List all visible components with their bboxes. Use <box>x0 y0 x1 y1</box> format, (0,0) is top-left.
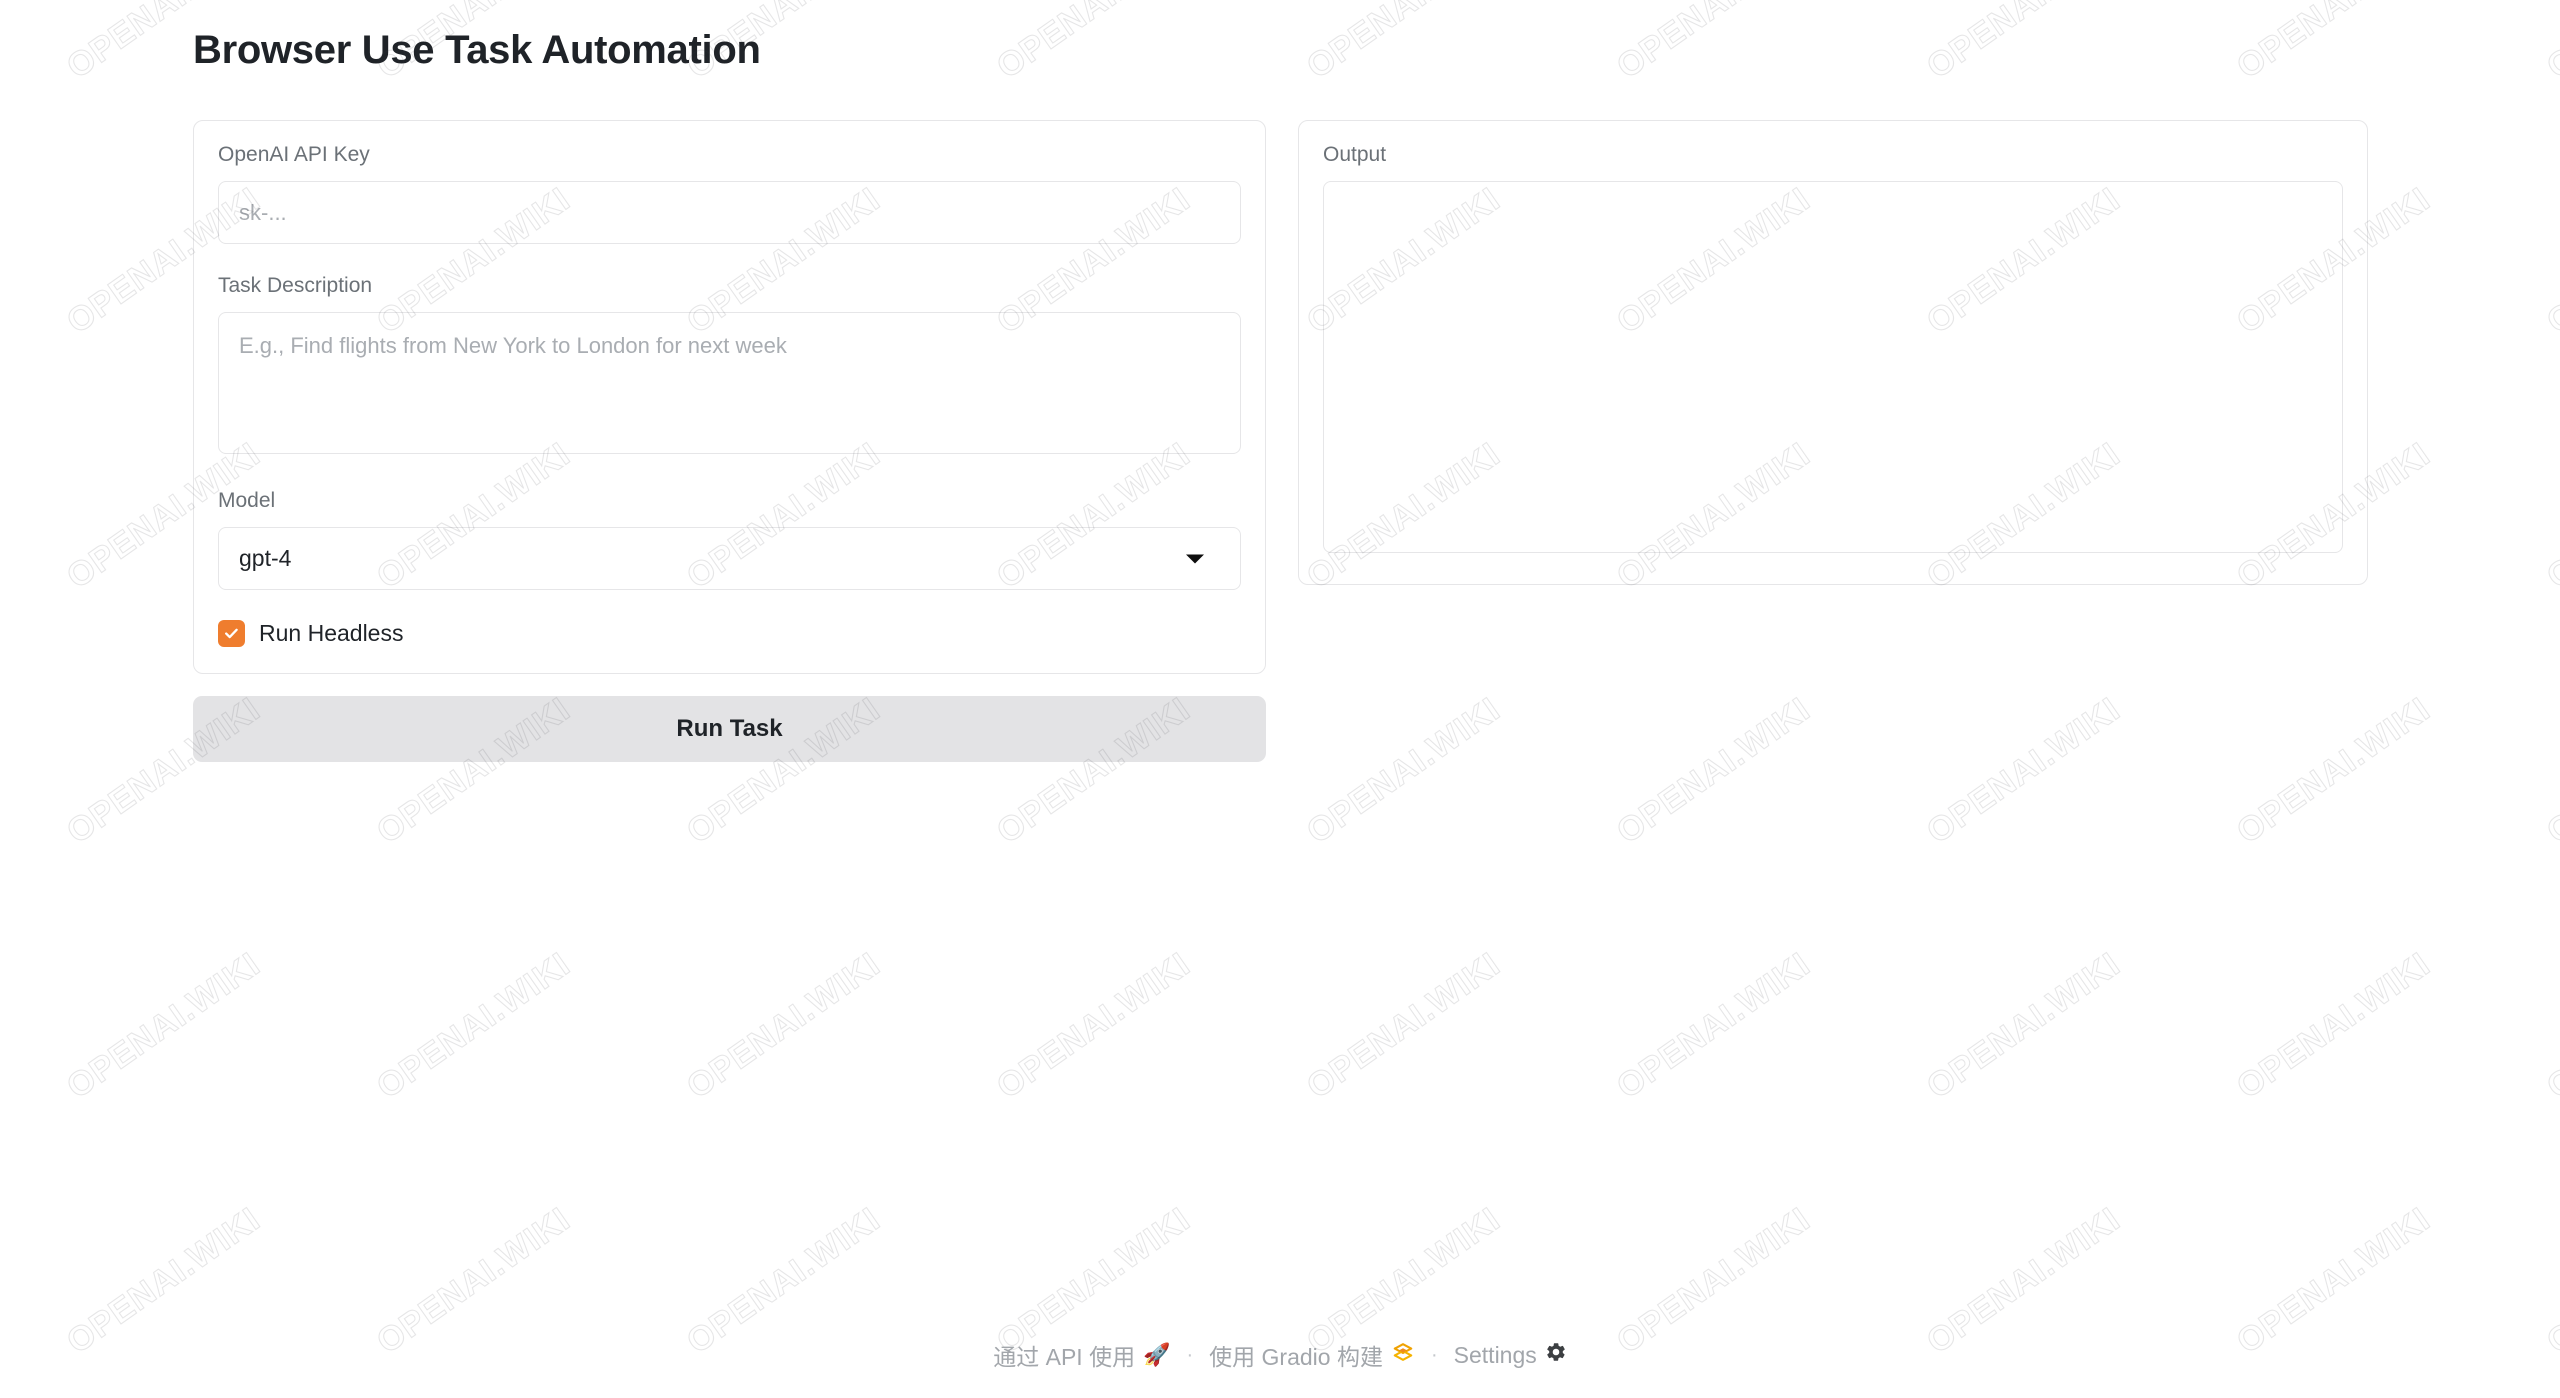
settings-label: Settings <box>1453 1341 1537 1368</box>
rocket-icon: 🚀 <box>1143 1342 1171 1367</box>
watermark-text: OPENAI.WIKI <box>989 945 1198 1107</box>
task-description-label: Task Description <box>218 274 373 297</box>
api-key-input[interactable] <box>218 181 1241 244</box>
watermark-text: OPENAI.WIKI <box>1299 945 1508 1107</box>
watermark-text: OPENAI.WIKI <box>989 0 1198 87</box>
model-label: Model <box>218 489 276 512</box>
input-panel: OpenAI API Key Task Description Model gp… <box>193 120 1266 674</box>
output-label: Output <box>1323 143 1387 166</box>
watermark-text: OPENAI.WIKI <box>1609 945 1818 1107</box>
built-with-gradio-label: 使用 Gradio 构建 <box>1209 1344 1383 1370</box>
footer-separator-1: · <box>1186 1343 1194 1366</box>
watermark-text: OPENAI.WIKI <box>2539 435 2560 597</box>
chevron-down-icon <box>1186 554 1204 563</box>
api-key-field: OpenAI API Key <box>218 143 1241 244</box>
right-column: Output <box>1298 120 2368 585</box>
watermark-text: OPENAI.WIKI <box>1919 0 2128 87</box>
run-headless-label: Run Headless <box>259 620 404 646</box>
api-key-label: OpenAI API Key <box>218 143 370 166</box>
watermark-text: OPENAI.WIKI <box>1919 945 2128 1107</box>
left-column: OpenAI API Key Task Description Model gp… <box>193 120 1266 762</box>
watermark-text: OPENAI.WIKI <box>2539 180 2560 342</box>
model-field: Model gpt-4 <box>218 489 1241 590</box>
settings-link[interactable]: Settings <box>1454 1341 1567 1369</box>
gear-icon <box>1545 1341 1567 1369</box>
watermark-text: OPENAI.WIKI <box>1609 0 1818 87</box>
watermark-text: OPENAI.WIKI <box>369 945 578 1107</box>
model-selected-value: gpt-4 <box>239 545 292 571</box>
output-textbox[interactable] <box>1323 181 2343 553</box>
task-description-input[interactable] <box>218 312 1241 454</box>
use-via-api-label: 通过 API 使用 <box>993 1344 1136 1370</box>
watermark-text: OPENAI.WIKI <box>2229 945 2438 1107</box>
watermark-text: OPENAI.WIKI <box>2229 0 2438 87</box>
built-with-gradio-link[interactable]: 使用 Gradio 构建 <box>1209 1338 1415 1372</box>
run-task-button[interactable]: Run Task <box>193 696 1266 762</box>
watermark-text: OPENAI.WIKI <box>2539 945 2560 1107</box>
model-dropdown[interactable]: gpt-4 <box>218 527 1241 590</box>
run-headless-checkbox[interactable] <box>218 620 245 647</box>
watermark-text: OPENAI.WIKI <box>59 945 268 1107</box>
watermark-text: OPENAI.WIKI <box>1299 0 1508 87</box>
use-via-api-link[interactable]: 通过 API 使用 🚀 <box>993 1338 1170 1372</box>
footer: 通过 API 使用 🚀 · 使用 Gradio 构建 · Settings <box>0 1338 2560 1372</box>
watermark-text: OPENAI.WIKI <box>679 945 888 1107</box>
gradio-logo-icon <box>1391 1340 1415 1370</box>
main-columns: OpenAI API Key Task Description Model gp… <box>193 120 2368 762</box>
app-root: OPENAI.WIKI OPENAI.WIKI OPENAI.WIKI OPENAI.… <box>0 0 2560 1398</box>
check-icon <box>225 628 238 639</box>
task-description-field: Task Description <box>218 274 1241 459</box>
watermark-text: OPENAI.WIKI <box>2539 690 2560 852</box>
watermark-text: OPENAI.WIKI <box>2539 0 2560 87</box>
footer-separator-2: · <box>1430 1343 1438 1366</box>
run-headless-row[interactable]: Run Headless <box>218 620 1241 647</box>
output-panel: Output <box>1298 120 2368 585</box>
page-title: Browser Use Task Automation <box>193 28 761 72</box>
